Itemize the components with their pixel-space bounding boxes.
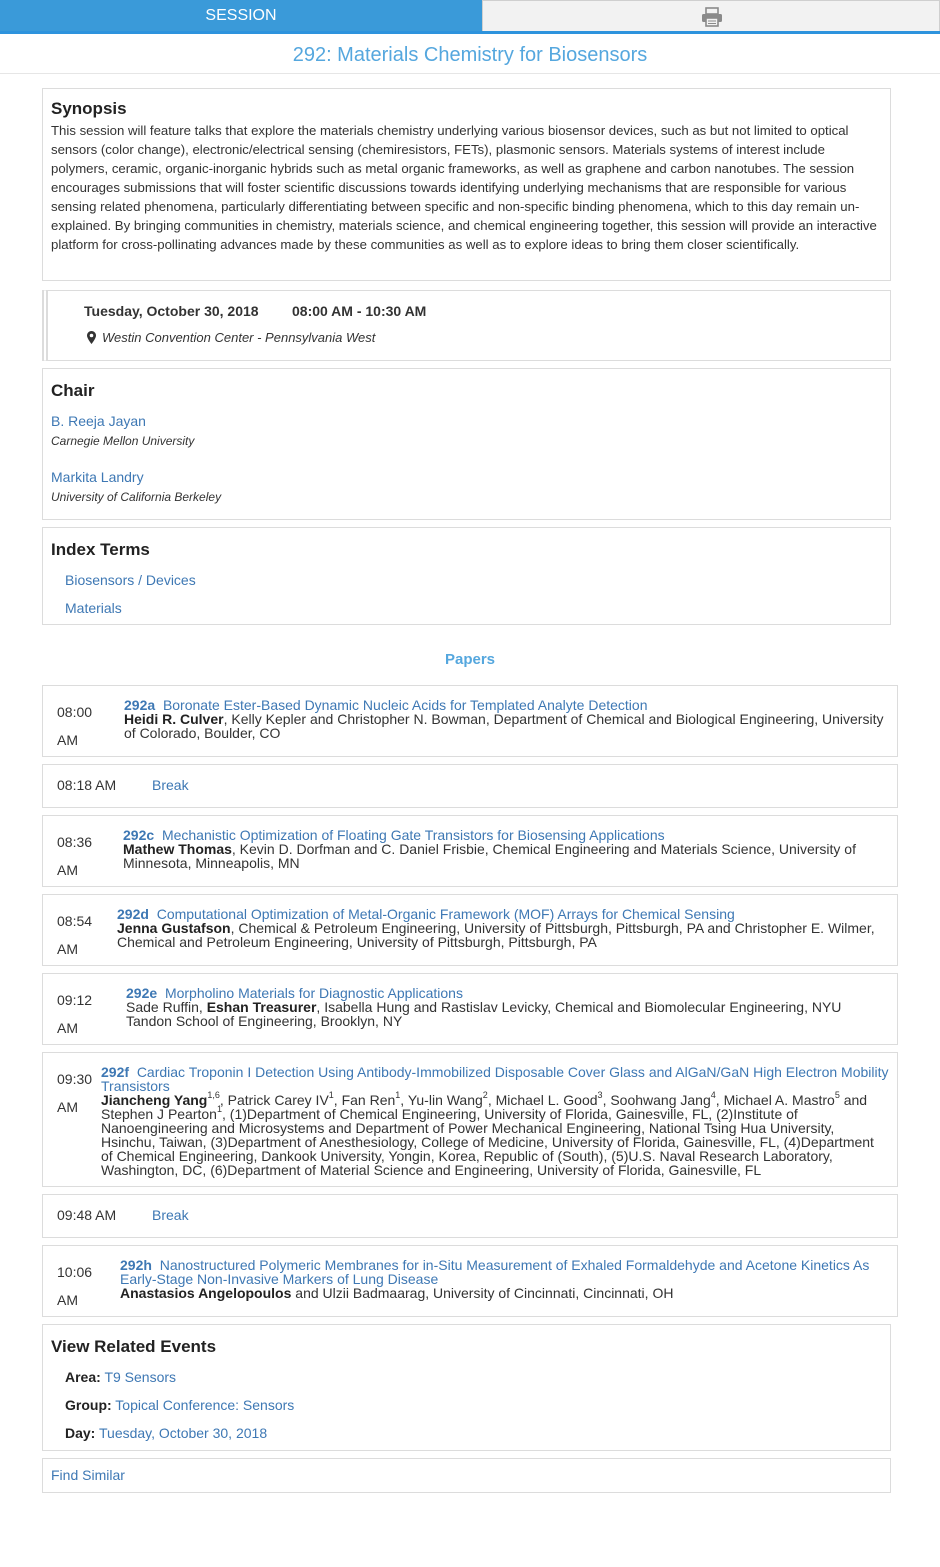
- break-time: 08:18 AM: [57, 777, 117, 793]
- author-superscript: 1: [216, 1104, 222, 1114]
- paper-body: 292c Mechanistic Optimization of Floatin…: [123, 828, 889, 870]
- divider: [0, 73, 940, 74]
- paper-time: 08:36 AM: [57, 834, 93, 878]
- author-superscript: 1: [395, 1090, 401, 1100]
- related-events-heading: View Related Events: [51, 1337, 217, 1356]
- synopsis-heading: Synopsis: [51, 99, 127, 118]
- chair-affiliation: Carnegie Mellon University: [51, 434, 195, 448]
- related-events-panel: View Related Events Area: T9 Sensors Gro…: [42, 1324, 891, 1451]
- find-similar-panel: Find Similar: [42, 1458, 891, 1493]
- paper-authors: Heidi R. Culver, Kelly Kepler and Christ…: [124, 711, 883, 741]
- paper-authors: Anastasios Angelopoulos and Ulzii Badmaa…: [120, 1285, 673, 1301]
- paper-body: 292d Computational Optimization of Metal…: [117, 907, 889, 949]
- related-day: Day: Tuesday, October 30, 2018: [65, 1425, 882, 1441]
- paper-item: 08:00 AM 292a Boronate Ester-Based Dynam…: [42, 685, 898, 757]
- chair-link[interactable]: Markita Landry: [51, 469, 882, 485]
- related-group: Group: Topical Conference: Sensors: [65, 1397, 882, 1413]
- paper-item: 09:12 AM 292e Morpholino Materials for D…: [42, 973, 898, 1045]
- paper-link[interactable]: 292h Nanostructured Polymeric Membranes …: [120, 1257, 869, 1287]
- related-group-link[interactable]: Topical Conference: Sensors: [115, 1397, 294, 1413]
- author-superscript: 5: [834, 1090, 840, 1100]
- paper-item: 09:30 AM 292f Cardiac Troponin I Detecti…: [42, 1052, 898, 1187]
- map-pin-icon: [87, 331, 96, 344]
- related-area: Area: T9 Sensors: [65, 1369, 882, 1385]
- break-link[interactable]: Break: [152, 1207, 189, 1223]
- paper-title: Nanostructured Polymeric Membranes for i…: [120, 1257, 870, 1287]
- chair-link[interactable]: B. Reeja Jayan: [51, 413, 882, 429]
- author-list: , Kevin D. Dorfman and C. Daniel Frisbie…: [123, 841, 856, 871]
- paper-time: 09:30 AM: [57, 1071, 93, 1115]
- index-term-link[interactable]: Biosensors / Devices: [65, 572, 882, 588]
- paper-item: 08:36 AM 292c Mechanistic Optimization o…: [42, 815, 898, 887]
- related-day-link[interactable]: Tuesday, October 30, 2018: [99, 1425, 267, 1441]
- paper-body: 292f Cardiac Troponin I Detection Using …: [101, 1065, 889, 1177]
- related-day-label: Day:: [65, 1425, 96, 1441]
- printer-icon: [702, 7, 722, 27]
- find-similar-link[interactable]: Find Similar: [51, 1467, 125, 1483]
- author-list: and Ulzii Badmaarag, University of Cinci…: [291, 1285, 674, 1301]
- related-group-label: Group:: [65, 1397, 112, 1413]
- paper-item: 08:54 AM 292d Computational Optimization…: [42, 894, 898, 966]
- author-superscript: 1: [328, 1090, 334, 1100]
- author-superscript: 3: [597, 1090, 603, 1100]
- tab-session[interactable]: SESSION: [0, 0, 482, 31]
- paper-authors: Jiancheng Yang1,6, Patrick Carey IV1, Fa…: [101, 1090, 874, 1178]
- index-term-link[interactable]: Materials: [65, 600, 882, 616]
- tab-bar: SESSION: [0, 0, 940, 34]
- break-time: 09:48 AM: [57, 1207, 117, 1223]
- paper-item: 10:06 AM 292h Nanostructured Polymeric M…: [42, 1245, 898, 1317]
- break-item: 08:18 AM Break: [42, 764, 898, 808]
- chair-panel: Chair B. Reeja Jayan Carnegie Mellon Uni…: [42, 368, 891, 520]
- paper-authors: Jenna Gustafson, Chemical & Petroleum En…: [117, 920, 875, 950]
- synopsis-panel: Synopsis This session will feature talks…: [42, 88, 891, 281]
- tab-print[interactable]: [482, 0, 940, 31]
- author-list: , Chemical & Petroleum Engineering, Univ…: [117, 920, 875, 950]
- paper-body: 292h Nanostructured Polymeric Membranes …: [120, 1258, 889, 1300]
- break-link[interactable]: Break: [152, 777, 189, 793]
- chair-heading: Chair: [51, 381, 95, 400]
- break-item: 09:48 AM Break: [42, 1194, 898, 1238]
- paper-authors: Sade Ruffin, Eshan Treasurer, Isabella H…: [126, 999, 841, 1029]
- papers-heading: Papers: [444, 651, 496, 668]
- author-superscript: 1,6: [207, 1090, 220, 1100]
- schedule-panel: Tuesday, October 30, 2018 08:00 AM - 10:…: [42, 290, 891, 361]
- paper-time: 10:06 AM: [57, 1264, 93, 1308]
- index-terms-heading: Index Terms: [51, 540, 150, 559]
- related-area-label: Area:: [65, 1369, 101, 1385]
- related-area-link[interactable]: T9 Sensors: [104, 1369, 176, 1385]
- author-superscript: 2: [482, 1090, 488, 1100]
- presenter-name: Anastasios Angelopoulos: [120, 1285, 292, 1301]
- page-title: 292: Materials Chemistry for Biosensors: [292, 44, 648, 66]
- synopsis-text: This session will feature talks that exp…: [51, 123, 877, 252]
- author-list: , Kelly Kepler and Christopher N. Bowman…: [124, 711, 884, 741]
- paper-time: 08:54 AM: [57, 913, 93, 957]
- paper-authors: Mathew Thomas, Kevin D. Dorfman and C. D…: [123, 841, 856, 871]
- author-superscript: 4: [710, 1090, 716, 1100]
- chair-affiliation: University of California Berkeley: [51, 490, 222, 504]
- paper-body: 292a Boronate Ester-Based Dynamic Nuclei…: [124, 698, 889, 740]
- paper-body: 292e Morpholino Materials for Diagnostic…: [126, 986, 889, 1028]
- index-terms-panel: Index Terms Biosensors / Devices Materia…: [42, 527, 891, 625]
- session-location: Westin Convention Center - Pennsylvania …: [102, 330, 376, 345]
- session-time: 08:00 AM - 10:30 AM: [292, 303, 427, 319]
- paper-time: 08:00 AM: [57, 704, 93, 748]
- session-date: Tuesday, October 30, 2018: [84, 303, 259, 319]
- paper-time: 09:12 AM: [57, 992, 93, 1036]
